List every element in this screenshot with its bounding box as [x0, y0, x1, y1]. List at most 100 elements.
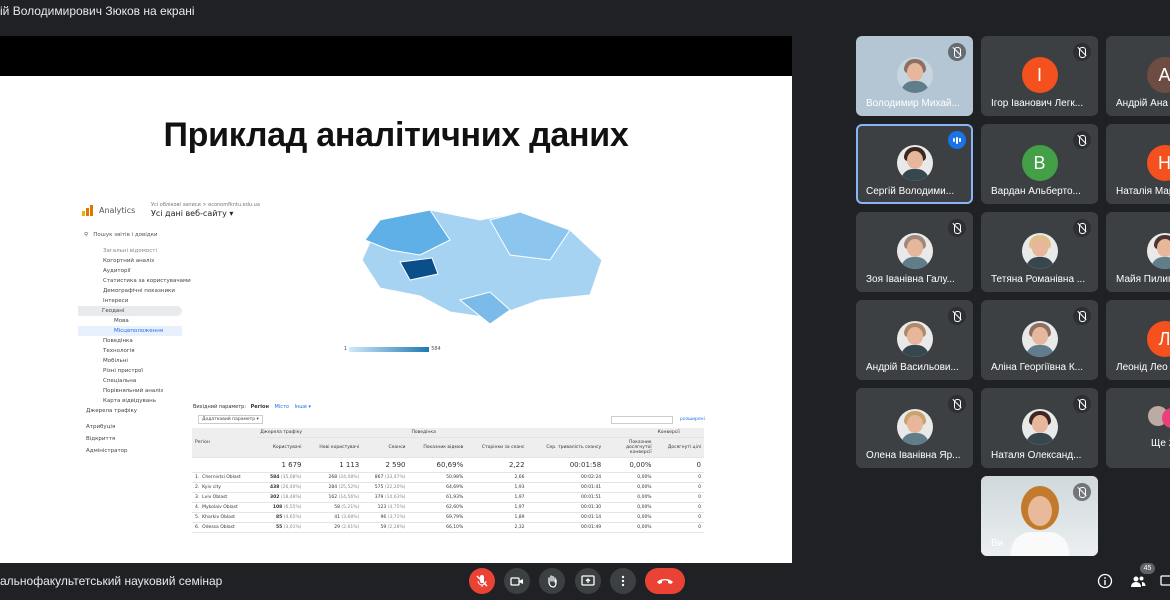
cell-sessions: 867 (33,47%) [362, 472, 409, 483]
dimension-region: Регіон [250, 404, 269, 410]
present-button[interactable] [575, 568, 601, 594]
cell-goal: 0 [654, 492, 704, 503]
table-row: 2. Kyiv city 438 (26,40%) 284 (25,52%) 575 … [192, 482, 704, 493]
participant-tile[interactable]: Л Леонід Лео [1106, 300, 1170, 380]
avatar [1021, 321, 1058, 357]
participant-tile[interactable]: Тетяна Романівна ... [981, 212, 1098, 292]
participant-name: Сергій Володими... [866, 186, 955, 197]
participant-tile[interactable]: Сергій Володими... [856, 124, 973, 204]
group-conversions: Конверсії [654, 428, 704, 438]
sessions-pct: (2,28%) [387, 525, 406, 530]
participant-tile[interactable]: Аліна Георгіївна К... [981, 300, 1098, 380]
cell-region: 4. Mykolaiv Oblast [192, 502, 258, 513]
cell-region: 5. Kharkiv Oblast [192, 512, 258, 523]
users-pct: (35,08%) [280, 475, 302, 480]
nav-item: Карта відвідувань [103, 398, 156, 404]
avatar [896, 321, 933, 357]
region-map [340, 200, 612, 342]
cell-bounce: 61,93% [408, 492, 467, 503]
participant-name: Майя Пилип [1116, 274, 1170, 285]
cell-bounce: 66,10% [408, 522, 467, 533]
dimension-other: Інше ▾ [294, 404, 312, 410]
users-pct: (6,55%) [283, 505, 302, 510]
nav-item: Мова [114, 318, 129, 324]
mic-button[interactable] [469, 568, 495, 594]
new-users-value: 284 [328, 485, 338, 490]
participant-tile[interactable]: Майя Пилип [1106, 212, 1170, 292]
sessions-value: 379 [374, 495, 384, 500]
chat-icon[interactable] [1160, 573, 1170, 589]
col-sessions: Сеанси [362, 437, 409, 458]
participant-tile[interactable]: Олена Іванівна Яр... [856, 388, 973, 468]
self-view-tile[interactable]: Ви [981, 476, 1098, 556]
users-value: 108 [272, 505, 283, 510]
meeting-title: альнофакультетський науковий семінар [0, 574, 223, 588]
camera-button[interactable] [504, 568, 530, 594]
col-goal: Досягнуті цілі [654, 437, 704, 458]
participant-name: Зоя Іванівна Галу... [866, 274, 955, 285]
cell-duration: 00:01:41 [527, 482, 605, 493]
region-name: Lviv Oblast [202, 495, 228, 500]
raise-hand-button[interactable] [539, 568, 565, 594]
cell-pages: 1,93 [466, 482, 528, 493]
cell-goal: 0 [654, 522, 704, 533]
participant-tile[interactable]: Володимир Михай... [856, 36, 973, 116]
hang-up-button[interactable] [645, 568, 685, 594]
sessions-value: 123 [377, 505, 387, 510]
region-name: Odessa Oblast [202, 525, 235, 530]
cell-goal: 0 [654, 482, 704, 493]
participant-tile[interactable]: Зоя Іванівна Галу... [856, 212, 973, 292]
cell-users: 85 (4,65%) [257, 512, 305, 523]
mic-muted-icon [1073, 131, 1091, 149]
table-row: 1. Chernivtsi Oblast 584 (35,08%) 268 (24,… [192, 472, 704, 483]
row-number: 1. [195, 475, 200, 480]
cell-users: 55 (3,01%) [257, 522, 305, 533]
cell-conv-rate: 0,00% [604, 482, 655, 493]
nav-item: Спеціальна [103, 378, 137, 384]
legend-gradient [349, 346, 430, 352]
info-icon[interactable] [1097, 573, 1113, 589]
people-icon[interactable] [1130, 573, 1146, 589]
advanced-link: розширені [680, 417, 705, 422]
nav-item: Порівняльний аналіз [103, 388, 164, 394]
new-users-value: 162 [328, 495, 338, 500]
nav-item: Джерела трафіку [86, 408, 138, 414]
cell-sessions: 96 (3,71%) [362, 512, 409, 523]
participant-tile[interactable]: Андрій Васильови... [856, 300, 973, 380]
participant-tile[interactable]: А Андрій Ана [1106, 36, 1170, 116]
analytics-search: ⚲ Пошук звітів і довідки [84, 232, 158, 238]
table-row: 5. Kharkiv Oblast 85 (4,65%) 41 (3,68%) 96 … [192, 512, 704, 523]
totals-row: 1 679 1 113 2 590 60,69% 2,22 00:01:58 0… [192, 457, 704, 473]
nav-item: Геодані [78, 306, 182, 316]
sessions-pct: (22,20%) [384, 485, 406, 490]
cell-new-users: 162 (14,56%) [304, 492, 363, 503]
cell-pages: 2,66 [466, 472, 528, 483]
raise-hand-icon [548, 575, 557, 588]
region-name: Kharkiv Oblast [202, 515, 236, 520]
avatar: Л [1146, 321, 1170, 357]
nav-item: Відкриття [86, 436, 116, 442]
col-bounce: Показник відмов [408, 437, 467, 458]
participant-tile[interactable]: Н Наталія Мар [1106, 124, 1170, 204]
cell-conv-rate: 0,00% [604, 472, 655, 483]
cell-new-users: 41 (3,68%) [304, 512, 363, 523]
participant-tile[interactable]: І Ігор Іванович Легк... [981, 36, 1098, 116]
participant-tile[interactable]: В Вардан Альберто... [981, 124, 1098, 204]
nav-item: Загальні відомості [103, 248, 157, 254]
more-participants-tile[interactable]: Ще 29 [1106, 388, 1170, 468]
col-duration: Сер. тривалість сеансу [527, 437, 605, 458]
avatar-letter: Н [1158, 153, 1170, 173]
more-options-button[interactable] [610, 568, 636, 594]
mic-muted-icon [1073, 43, 1091, 61]
mic-muted-icon [948, 219, 966, 237]
sessions-value: 96 [380, 515, 387, 520]
cell-region: 1. Chernivtsi Oblast [192, 472, 258, 483]
participant-name: Олена Іванівна Яр... [866, 450, 961, 461]
participants-count: 45 [1140, 563, 1155, 574]
cell-conv-rate: 0,00% [604, 502, 655, 513]
participant-tile[interactable]: Наталя Олександ... [981, 388, 1098, 468]
cell-sessions: 379 (14,63%) [362, 492, 409, 503]
users-pct: (3,01%) [283, 525, 302, 530]
nav-item: Різні пристрої [103, 368, 143, 374]
total-value: 2 590 [362, 457, 409, 473]
